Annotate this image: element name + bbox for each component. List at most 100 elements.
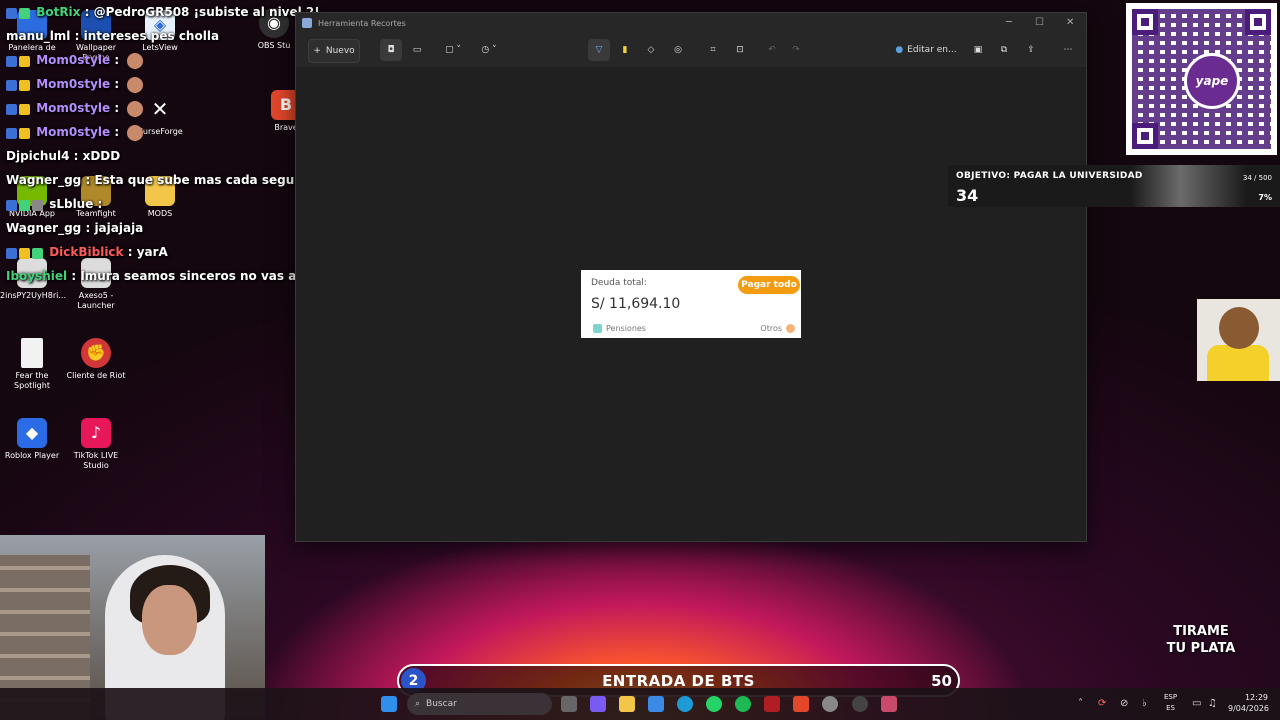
edit-in-button[interactable]: ● Editar en... [894, 39, 958, 61]
chevron-up-icon[interactable]: ˄ [1078, 698, 1083, 709]
dog-head [1219, 307, 1259, 349]
edge-icon[interactable] [677, 696, 693, 712]
minimize-icon[interactable]: ─ [1006, 17, 1012, 28]
more-options-button[interactable]: ⋯ [1058, 39, 1078, 61]
language-indicator[interactable]: ESP ES [1164, 692, 1177, 714]
redo-button[interactable]: ↷ [786, 39, 806, 61]
crop-button[interactable]: ⌗ [702, 39, 724, 61]
file-icon [21, 338, 43, 368]
file-explorer-icon[interactable] [619, 696, 635, 712]
save-icon: ▣ [973, 45, 983, 55]
video-mode-button[interactable]: ▭ [406, 39, 428, 61]
pen-tool-button[interactable]: ▽ [588, 39, 610, 61]
taskbar: ⌕ Buscar ˄ ⟳ ⊘ ♭ ESP ES ▭ ♫ 12:29 9/04/2… [0, 688, 1280, 720]
new-label: Nuevo [325, 46, 355, 56]
task-view-icon[interactable] [561, 696, 577, 712]
network-off-icon[interactable]: ⊘ [1120, 698, 1128, 709]
title-bar[interactable]: Herramienta Recortes [296, 13, 1086, 33]
copy-button[interactable]: ⧉ [994, 39, 1014, 61]
spotify-icon[interactable] [735, 696, 751, 712]
goal-title: OBJETIVO: PAGAR LA UNIVERSIDAD [956, 171, 1143, 181]
volume-icon[interactable]: ♫ [1208, 698, 1217, 709]
toolbar: + Nuevo ◘ ▭ ▢ ˅ ◷ ˅ ▽ ▮ ◇ ◎ ⌗ ⊡ ↶ ↷ ● Ed… [296, 33, 1086, 67]
emote-icon [127, 76, 144, 93]
highlighter-tool-button[interactable]: ▮ [614, 39, 636, 61]
more-icon: ⋯ [1063, 45, 1073, 55]
close-icon[interactable]: ✕ [1066, 17, 1074, 28]
window-title: Herramienta Recortes [318, 18, 406, 28]
qr-code: yape [1126, 3, 1277, 155]
eraser-icon: ◇ [647, 45, 655, 55]
category-label: Pensiones [606, 324, 646, 333]
chat-text: xDDD [82, 149, 121, 163]
red-app-icon[interactable] [764, 696, 780, 712]
clock[interactable]: 12:29 9/04/2026 [1228, 692, 1270, 714]
whatsapp-icon[interactable] [706, 696, 722, 712]
crop-icon: ⌗ [710, 45, 716, 55]
snipping-tool-icon [302, 18, 312, 28]
display-icon[interactable]: ▭ [1192, 698, 1201, 709]
text-actions-button[interactable]: ⊡ [729, 39, 751, 61]
debt-amount: S/ 11,694.10 [591, 296, 681, 312]
desktop-icon-label: Fear the Spotlight [14, 371, 50, 390]
eraser-tool-button[interactable]: ◇ [640, 39, 662, 61]
snip-shape-dropdown[interactable]: ▢ ˅ [440, 39, 466, 61]
plus-icon: + [313, 46, 321, 56]
highlighter-icon: ▮ [622, 45, 628, 55]
goal-current: 34 [956, 186, 979, 205]
camera-icon: ◘ [387, 45, 395, 55]
chat-badges [6, 97, 32, 121]
timer-dropdown[interactable]: ◷ ˅ [476, 39, 502, 61]
tirame-line2: TU PLATA [1166, 641, 1236, 656]
chat-text: intereses pes cholla [83, 29, 220, 43]
category-pensions: Pensiones [593, 324, 646, 333]
desktop-icon-label: Roblox Player [4, 451, 60, 460]
emote-icon [127, 124, 144, 141]
desktop-icon-label: TikTok LIVE Studio [73, 451, 119, 470]
windows-start-icon[interactable] [381, 696, 397, 712]
save-button[interactable]: ▣ [968, 39, 988, 61]
chat-badges [6, 193, 45, 217]
video-camera-icon: ▭ [412, 45, 422, 55]
chat-username: Mom0style [36, 101, 111, 115]
snapshot-mode-button[interactable]: ◘ [380, 39, 402, 61]
chat-username: BotRix [36, 5, 81, 19]
snipping-tool-window: Herramienta Recortes ─ ☐ ✕ + Nuevo ◘ ▭ ▢… [295, 12, 1087, 542]
desktop-icon-tiktok[interactable]: ♪ TikTok LIVE Studio [64, 418, 128, 471]
rectangle-icon: ▢ ˅ [445, 45, 461, 55]
microphone-icon[interactable]: ♭ [1142, 698, 1147, 709]
captured-snip: Deuda total: S/ 11,694.10 Pagar todo Pen… [581, 270, 801, 338]
dog-thumbs-up-image [1197, 299, 1280, 381]
taskbar-search[interactable]: ⌕ Buscar [407, 693, 552, 715]
qr-finder [1132, 9, 1158, 35]
maximize-icon[interactable]: ☐ [1035, 17, 1044, 28]
obs-icon[interactable] [852, 696, 868, 712]
goal-count: 34 / 500 [1242, 174, 1272, 182]
brave-icon[interactable] [793, 696, 809, 712]
desktop-icon-roblox[interactable]: ◆ Roblox Player [0, 418, 64, 461]
copilot-icon[interactable] [590, 696, 606, 712]
desktop-icon-fear-the-spotlight[interactable]: Fear the Spotlight [0, 338, 64, 391]
chat-badges [6, 73, 32, 97]
chat-username: Wagner_gg [6, 221, 82, 235]
undo-button[interactable]: ↶ [762, 39, 782, 61]
undo-icon: ↶ [768, 45, 776, 55]
sync-icon[interactable]: ⟳ [1098, 698, 1106, 709]
store-icon[interactable] [648, 696, 664, 712]
clock-date: 9/04/2026 [1228, 704, 1270, 713]
pay-all-button: Pagar todo [738, 276, 800, 294]
desktop-icon-label: 2insPY2UyH8ri... [0, 291, 67, 300]
app-icon[interactable] [822, 696, 838, 712]
paint-icon: ● [895, 45, 904, 55]
language-secondary: ES [1166, 704, 1175, 712]
chat-text: Esta que sube mas cada segundo [94, 173, 320, 187]
dog-shirt [1207, 345, 1269, 381]
streamer-face [142, 585, 197, 655]
snip-canvas[interactable]: Deuda total: S/ 11,694.10 Pagar todo Pen… [296, 67, 1086, 541]
new-snip-button[interactable]: + Nuevo [308, 39, 360, 63]
snipping-tool-taskbar-icon[interactable] [881, 696, 897, 712]
shapes-tool-button[interactable]: ◎ [667, 39, 689, 61]
desktop-icon-riot[interactable]: ✊ Cliente de Riot [64, 338, 128, 381]
clock-icon: ◷ ˅ [481, 45, 497, 55]
share-button[interactable]: ⇪ [1021, 39, 1041, 61]
